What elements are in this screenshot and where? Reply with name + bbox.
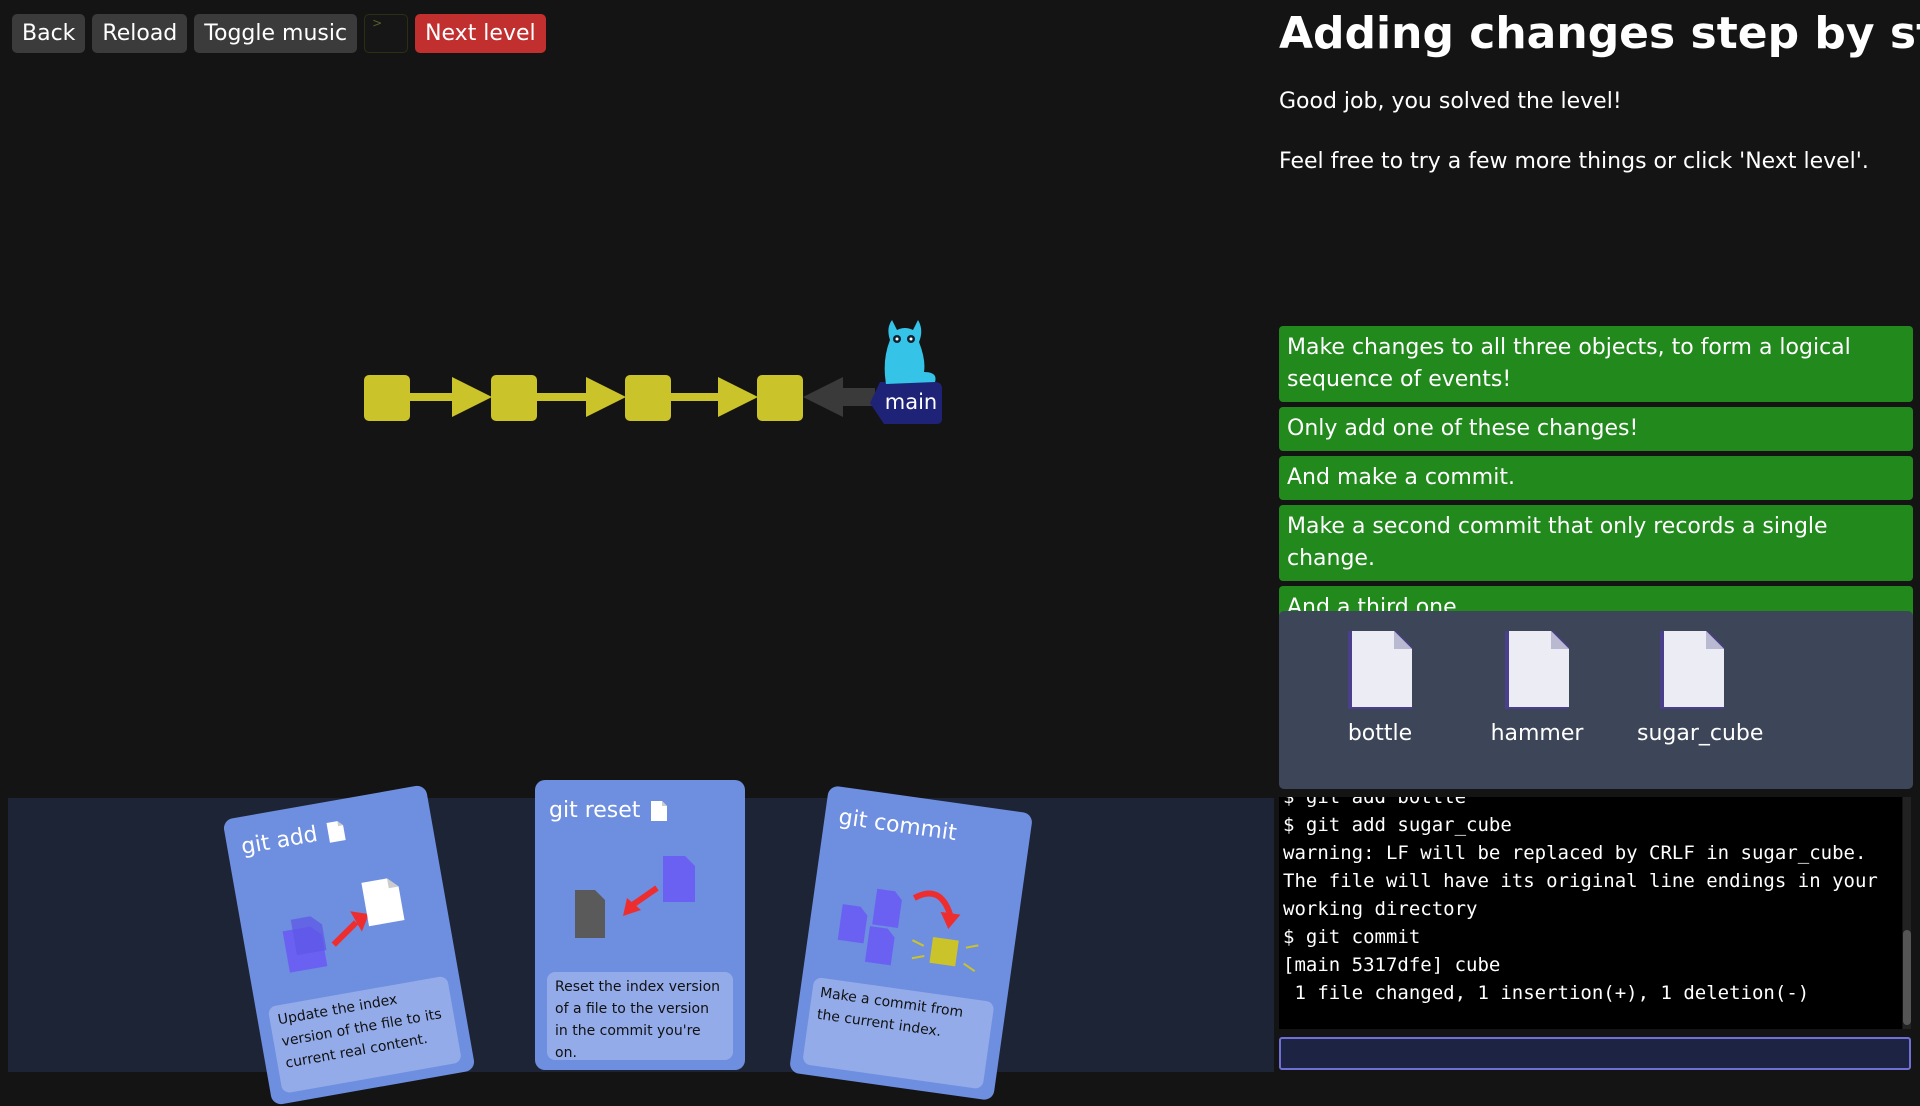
- terminal-line: working directory: [1283, 898, 1478, 920]
- terminal-line: 1 file changed, 1 insertion(+), 1 deleti…: [1283, 982, 1810, 1004]
- file-item[interactable]: hammer: [1482, 627, 1592, 746]
- file-icon: [1505, 631, 1569, 709]
- task-list: Make changes to all three objects, to fo…: [1279, 326, 1913, 635]
- terminal-line: warning: LF will be replaced by CRLF in …: [1283, 842, 1867, 864]
- terminal-line: $ git add sugar_cube: [1283, 814, 1512, 836]
- file-name: sugar_cube: [1637, 721, 1764, 746]
- files-panel: bottle hammer sugar_cube: [1279, 611, 1913, 789]
- terminal-scrollbar[interactable]: [1903, 797, 1911, 1029]
- terminal-output[interactable]: $ git add bottle $ git add sugar_cube wa…: [1279, 797, 1902, 1029]
- scrollbar-thumb[interactable]: [1903, 930, 1911, 1025]
- file-icon: [1660, 631, 1724, 709]
- file-item[interactable]: sugar_cube: [1637, 627, 1764, 746]
- commit-node: [364, 375, 410, 421]
- card-description: Reset the index version of a file to the…: [547, 972, 733, 1061]
- file-item[interactable]: bottle: [1325, 627, 1435, 746]
- terminal-line: [main 5317dfe] cube: [1283, 954, 1501, 976]
- file-name: hammer: [1490, 721, 1584, 746]
- branch-label: main: [885, 390, 937, 414]
- commit-node: [625, 375, 671, 421]
- arrow-head: [718, 377, 758, 417]
- level-text-line: Feel free to try a few more things or cl…: [1279, 149, 1869, 174]
- task-item: Only add one of these changes!: [1279, 407, 1913, 451]
- level-text-line: Good job, you solved the level!: [1279, 89, 1622, 114]
- card-title: git reset: [549, 798, 641, 823]
- level-description: Good job, you solved the level! Feel fre…: [1279, 72, 1869, 192]
- git-reset-illustration-icon: [575, 856, 695, 938]
- command-input[interactable]: [1279, 1037, 1911, 1070]
- commit-edges: [405, 377, 758, 417]
- card-title: git commit: [837, 804, 959, 847]
- file-icon: [651, 800, 668, 821]
- arrow-head: [586, 377, 626, 417]
- card-git-commit[interactable]: git commit Make a commit from the curren…: [788, 785, 1034, 1101]
- branch-pointer-arrow: [803, 377, 875, 417]
- terminal-line: $ git add bottle: [1283, 797, 1467, 808]
- file-icon: [326, 820, 346, 843]
- level-title: Adding changes step by step: [1279, 8, 1920, 59]
- commit-graph: main: [364, 320, 942, 424]
- file-icon: [1348, 631, 1412, 709]
- card-title: git add: [239, 821, 320, 861]
- commit-node: [757, 375, 803, 421]
- terminal-line: The file will have its original line end…: [1283, 870, 1878, 892]
- task-item: Make a second commit that only records a…: [1279, 505, 1913, 581]
- task-item: And make a commit.: [1279, 456, 1913, 500]
- terminal-line: $ git commit: [1283, 926, 1421, 948]
- arrow-head: [452, 377, 492, 417]
- task-item: Make changes to all three objects, to fo…: [1279, 326, 1913, 402]
- file-name: bottle: [1347, 721, 1413, 746]
- card-git-reset[interactable]: git reset Reset the index version of a f…: [535, 780, 745, 1070]
- head-mascot-icon: [884, 320, 936, 384]
- commit-node: [491, 375, 537, 421]
